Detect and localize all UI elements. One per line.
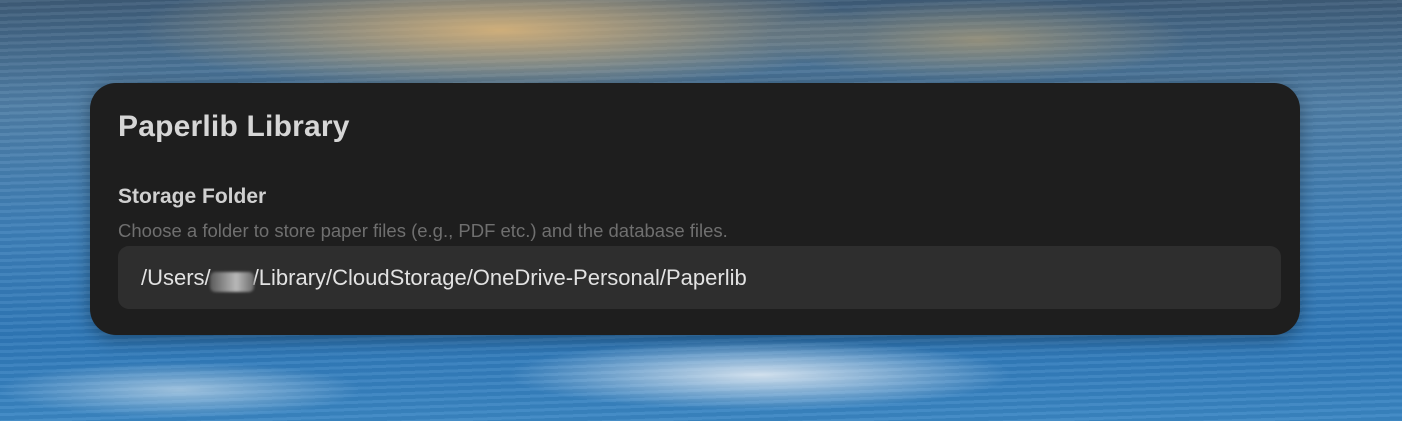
storage-folder-path-field[interactable]: /Users/ /Library/CloudStorage/OneDrive-Pe…: [118, 246, 1281, 309]
storage-folder-label: Storage Folder: [118, 185, 267, 208]
path-suffix: /Library/CloudStorage/OneDrive-Personal/…: [252, 264, 747, 290]
storage-folder-description: Choose a folder to store paper files (e.…: [118, 220, 728, 241]
library-settings-panel: Paperlib Library Storage Folder Choose a…: [90, 83, 1300, 335]
panel-title: Paperlib Library: [118, 110, 350, 143]
path-prefix: /Users/: [141, 264, 211, 290]
redacted-username: [209, 271, 254, 292]
